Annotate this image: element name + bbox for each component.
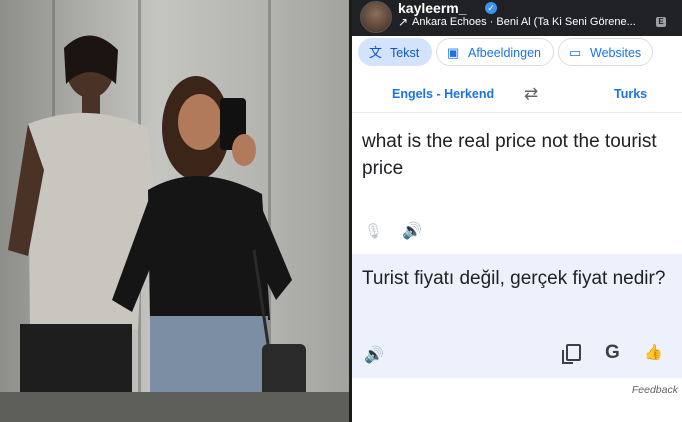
target-language-button[interactable]: Turks [614, 87, 647, 101]
verified-badge-icon: ✓ [485, 2, 497, 14]
speaker-icon[interactable]: 🔊 [364, 345, 384, 365]
translation-text: Turist fiyatı değil, gerçek fiyat nedir? [362, 268, 666, 289]
tab-text-label: Tekst [390, 46, 420, 60]
tab-websites-label: Websites [590, 46, 642, 60]
translation-result: Turist fiyatı değil, gerçek fiyat nedir?… [352, 254, 682, 378]
translate-panel: kayleerm_ ✓ ↗ Ankara Echoes · Beni Al (T… [352, 0, 682, 422]
translate-icon: 文 [369, 45, 383, 60]
avatar[interactable] [360, 1, 392, 33]
tab-images-label: Afbeeldingen [468, 46, 541, 60]
speaker-icon[interactable]: 🔊 [402, 221, 422, 241]
copy-icon[interactable] [562, 344, 581, 364]
feedback-icon[interactable]: 👍 [644, 343, 663, 361]
web-icon: ▭ [569, 45, 582, 60]
arrow-up-right-icon: ↗ [398, 15, 409, 29]
source-text-input[interactable]: what is the real price not the tourist p… [362, 128, 674, 182]
feedback-link[interactable]: Feedback [632, 384, 678, 396]
image-icon: ▣ [447, 45, 460, 60]
explicit-badge-icon: E [656, 17, 666, 27]
tab-websites[interactable]: ▭ Websites [558, 38, 653, 66]
story-header: kayleerm_ ✓ ↗ Ankara Echoes · Beni Al (T… [352, 0, 682, 36]
story-music-label[interactable]: Ankara Echoes · Beni Al (Ta Ki Seni Göre… [412, 15, 636, 29]
story-username[interactable]: kayleerm_ [398, 0, 467, 16]
google-icon[interactable]: G [605, 342, 620, 364]
tab-images[interactable]: ▣ Afbeeldingen [436, 38, 554, 66]
couple-silhouettes [8, 35, 306, 422]
story-photo [0, 0, 349, 422]
language-bar: Engels - Herkend ⇄ Turks [352, 78, 682, 113]
source-language-button[interactable]: Engels - Herkend [392, 87, 494, 101]
microphone-icon[interactable]: 🎙 [364, 222, 383, 240]
tab-text[interactable]: 文 Tekst [358, 38, 432, 66]
swap-icon[interactable]: ⇄ [524, 84, 538, 104]
